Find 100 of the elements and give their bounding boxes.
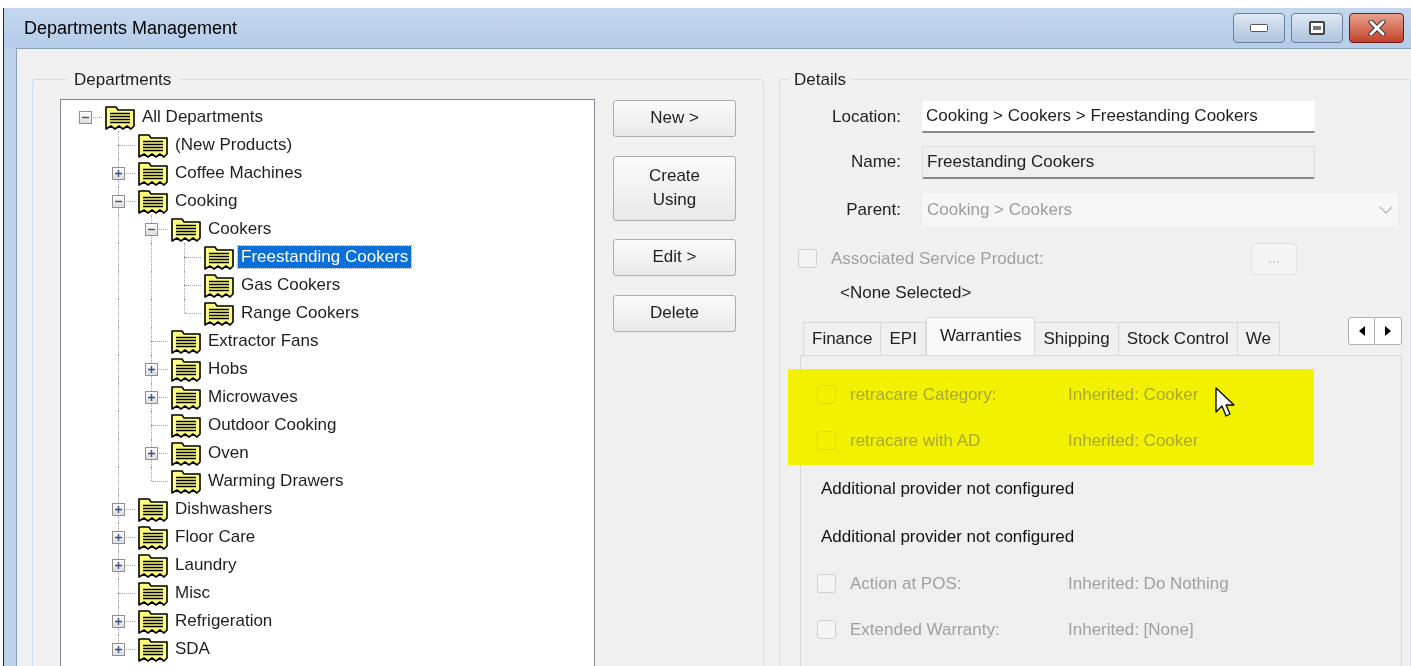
expand-button[interactable] bbox=[112, 558, 125, 572]
plus-icon bbox=[148, 365, 155, 373]
folder-icon bbox=[204, 243, 234, 270]
group-title: Departments bbox=[73, 69, 173, 91]
folder-icon bbox=[138, 187, 168, 214]
folder-icon bbox=[171, 467, 201, 494]
tree-item[interactable]: Coffee Machines bbox=[172, 161, 306, 184]
action-button[interactable]: Create Using bbox=[613, 155, 736, 221]
checkbox-label: Extended Warranty: bbox=[850, 618, 1001, 641]
folder-icon bbox=[138, 551, 168, 578]
folder-icon bbox=[138, 495, 168, 522]
folder-icon bbox=[138, 635, 168, 662]
plus-icon bbox=[115, 617, 122, 625]
tree-item[interactable]: Cooking bbox=[172, 189, 241, 212]
tree-item[interactable]: Misc bbox=[172, 581, 213, 604]
field-label: Location: bbox=[831, 105, 901, 128]
folder-icon bbox=[138, 131, 168, 158]
collapse-button[interactable] bbox=[79, 110, 92, 124]
tree-item[interactable]: Extractor Fans bbox=[205, 329, 322, 352]
folder-icon bbox=[171, 383, 201, 410]
checkbox-label: Action at POS: bbox=[850, 572, 963, 595]
tree-item[interactable]: Cookers bbox=[205, 217, 275, 240]
info-text: Additional provider not configured bbox=[821, 477, 1075, 500]
tab[interactable]: Finance bbox=[803, 321, 882, 355]
plus-icon bbox=[115, 505, 122, 513]
folder-icon bbox=[138, 523, 168, 550]
tree-item[interactable]: Oven bbox=[205, 441, 252, 464]
expand-button[interactable] bbox=[145, 362, 158, 376]
tree-item[interactable]: Floor Care bbox=[172, 525, 259, 548]
folder-icon bbox=[171, 327, 201, 354]
window-title: Departments Management bbox=[24, 16, 238, 40]
tree-item[interactable]: Hobs bbox=[205, 357, 251, 380]
text-field[interactable]: Freestanding Cookers bbox=[922, 145, 1315, 179]
folder-icon bbox=[171, 411, 201, 438]
maximize-icon bbox=[1309, 21, 1325, 35]
tree-item[interactable]: Laundry bbox=[172, 553, 240, 576]
minimize-icon bbox=[1250, 24, 1268, 32]
maximize-button[interactable] bbox=[1291, 13, 1343, 43]
plus-icon bbox=[115, 645, 122, 653]
chevron-down-icon bbox=[1379, 205, 1393, 214]
inherited-value: Inherited: Cooker bbox=[1068, 429, 1199, 452]
action-button[interactable]: New > bbox=[613, 99, 736, 137]
group-title: Details bbox=[793, 69, 847, 91]
tree-item[interactable]: Warming Drawers bbox=[205, 469, 347, 492]
close-icon bbox=[1367, 20, 1386, 36]
tree-item[interactable]: (New Products) bbox=[172, 133, 296, 156]
left-arrow-icon bbox=[1358, 325, 1365, 336]
folder-icon bbox=[138, 607, 168, 634]
checkbox-label: retracare with AD bbox=[850, 429, 982, 452]
field-label: Name: bbox=[849, 151, 901, 174]
folder-icon bbox=[171, 215, 201, 242]
folder-icon bbox=[171, 355, 201, 382]
plus-icon bbox=[115, 561, 122, 569]
plus-icon bbox=[148, 393, 155, 401]
dropdown-value: Cooking > Cookers bbox=[927, 198, 1074, 221]
tree-item[interactable]: Outdoor Cooking bbox=[205, 413, 340, 436]
tree-item[interactable]: All Departments bbox=[139, 105, 266, 128]
tab[interactable]: Warranties bbox=[925, 316, 1036, 355]
expand-button[interactable] bbox=[145, 446, 158, 460]
checkbox-label: retracare Category: bbox=[850, 383, 998, 406]
expand-button[interactable] bbox=[112, 166, 125, 180]
tab[interactable]: Shipping bbox=[1035, 321, 1119, 355]
tree-item[interactable]: Range Cookers bbox=[238, 301, 363, 324]
expand-button[interactable] bbox=[112, 642, 125, 656]
selection-text: <None Selected> bbox=[840, 281, 972, 304]
inherited-value: Inherited: Cooker bbox=[1068, 383, 1199, 406]
minimize-button[interactable] bbox=[1233, 13, 1285, 43]
tree-item[interactable]: Refrigeration bbox=[172, 609, 276, 632]
tree-item[interactable]: Gas Cookers bbox=[238, 273, 344, 296]
scroll-right-button[interactable] bbox=[1375, 316, 1402, 345]
folder-icon bbox=[138, 579, 168, 606]
plus-icon bbox=[115, 533, 122, 541]
folder-icon bbox=[105, 103, 135, 130]
tab[interactable]: We bbox=[1237, 321, 1280, 355]
folder-icon bbox=[171, 439, 201, 466]
scroll-left-button[interactable] bbox=[1348, 316, 1375, 345]
plus-icon bbox=[148, 449, 155, 457]
tab[interactable]: EPI bbox=[881, 321, 926, 355]
text-field[interactable]: Cooking > Cookers > Freestanding Cookers bbox=[922, 100, 1315, 133]
info-text: Additional provider not configured bbox=[821, 525, 1075, 548]
tree-item[interactable]: Dishwashers bbox=[172, 497, 276, 520]
collapse-button[interactable] bbox=[145, 222, 158, 236]
tree-item[interactable]: Microwaves bbox=[205, 385, 301, 408]
tree-item[interactable]: Freestanding Cookers bbox=[238, 245, 412, 268]
expand-button[interactable] bbox=[112, 614, 125, 628]
expand-button[interactable] bbox=[145, 390, 158, 404]
checkbox-label: Associated Service Product: bbox=[831, 247, 1045, 270]
tree-item[interactable]: SDA bbox=[172, 637, 213, 660]
tab[interactable]: Stock Control bbox=[1118, 321, 1238, 355]
action-button[interactable]: Edit > bbox=[613, 238, 736, 276]
inherited-value: Inherited: Do Nothing bbox=[1068, 572, 1229, 595]
collapse-button[interactable] bbox=[112, 194, 125, 208]
folder-icon bbox=[204, 271, 234, 298]
expand-button[interactable] bbox=[112, 530, 125, 544]
inherited-value: Inherited: [None] bbox=[1068, 618, 1194, 641]
field-label: Parent: bbox=[845, 198, 901, 221]
right-arrow-icon bbox=[1385, 325, 1391, 336]
close-button[interactable] bbox=[1349, 13, 1404, 43]
action-button[interactable]: Delete bbox=[613, 294, 736, 332]
expand-button[interactable] bbox=[112, 502, 125, 516]
